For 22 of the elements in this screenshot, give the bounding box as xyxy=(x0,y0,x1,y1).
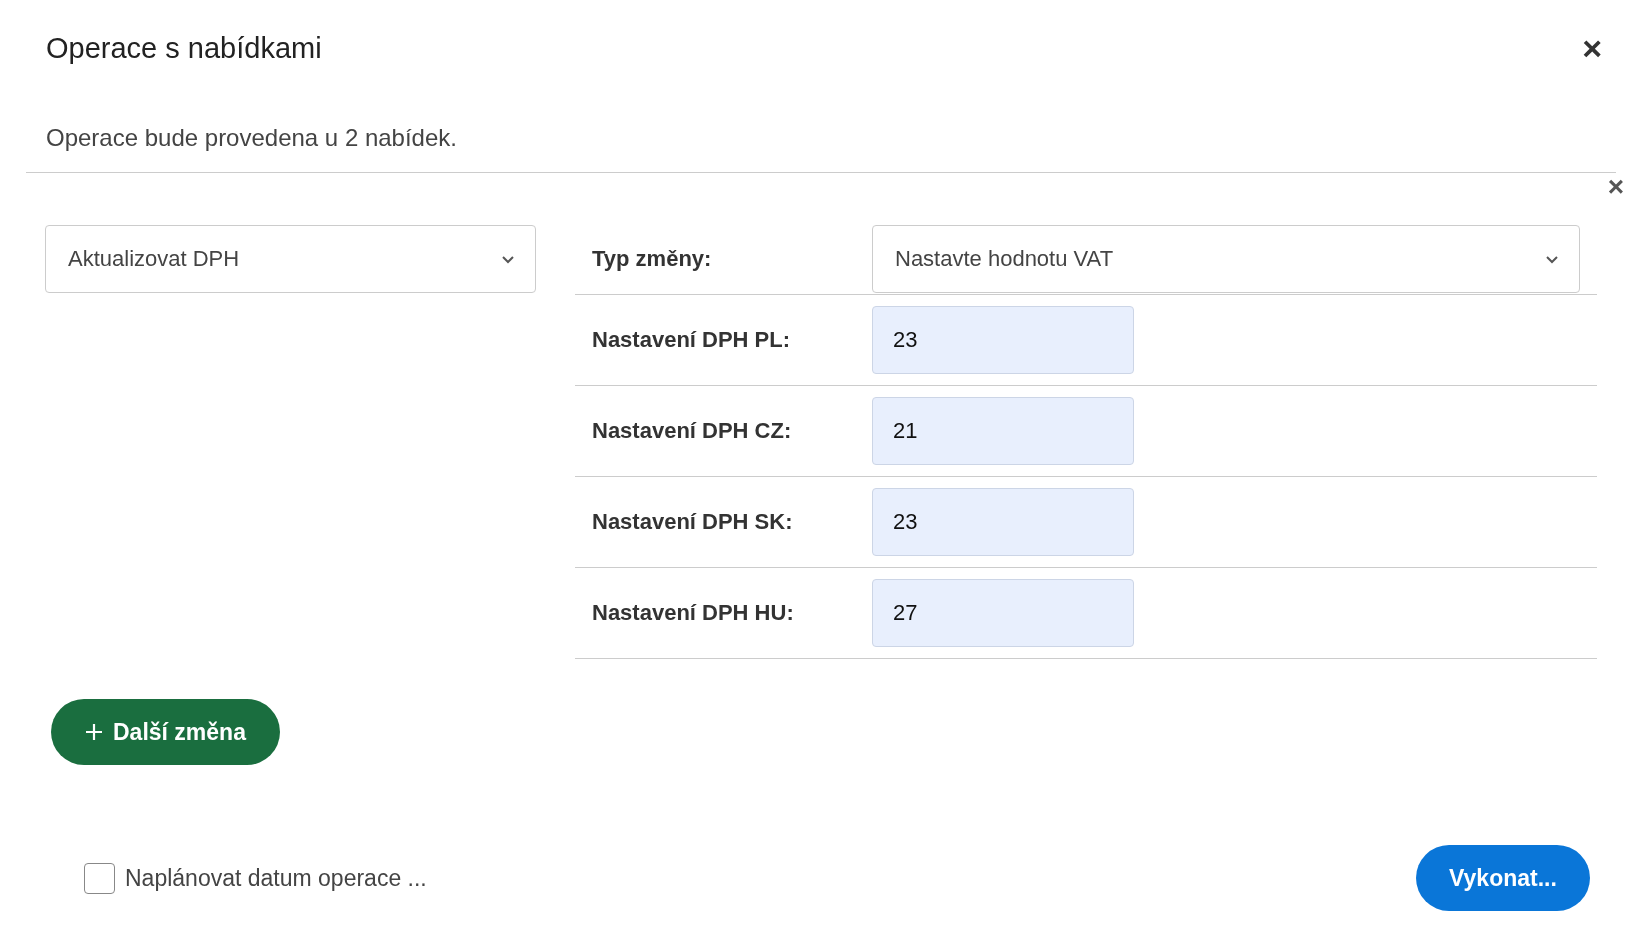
field-label: Nastavení DPH PL: xyxy=(591,327,792,353)
field-label: Nastavení DPH CZ: xyxy=(591,418,793,444)
remove-change-button[interactable]: × xyxy=(1607,173,1624,195)
field-label: Typ změny: xyxy=(591,245,713,273)
vat-input-field[interactable]: 27 xyxy=(872,579,1134,647)
vat-input-field[interactable]: 23 xyxy=(872,306,1134,374)
info-text: Operace bude provedena u 2 nabídek. xyxy=(45,123,458,153)
add-change-button[interactable]: Další změna xyxy=(51,699,280,765)
schedule-label: Naplánovat datum operace ... xyxy=(125,864,427,892)
change-type-select[interactable]: Nastavte hodnotu VAT xyxy=(872,225,1580,293)
schedule-checkbox[interactable] xyxy=(84,862,115,894)
operation-select[interactable]: Aktualizovat DPH xyxy=(45,225,536,293)
plus-icon xyxy=(85,723,103,741)
field-label: Nastavení DPH HU: xyxy=(591,600,795,626)
chevron-down-icon xyxy=(501,254,515,264)
chevron-down-icon xyxy=(1545,254,1559,264)
close-button[interactable]: × xyxy=(1582,31,1602,65)
execute-button[interactable]: Vykonat... xyxy=(1416,845,1590,911)
field-label: Nastavení DPH SK: xyxy=(591,509,794,535)
vat-input-field[interactable]: 23 xyxy=(872,488,1134,556)
dialog-title: Operace s nabídkami xyxy=(46,31,322,65)
vat-input-field[interactable]: 21 xyxy=(872,397,1134,465)
